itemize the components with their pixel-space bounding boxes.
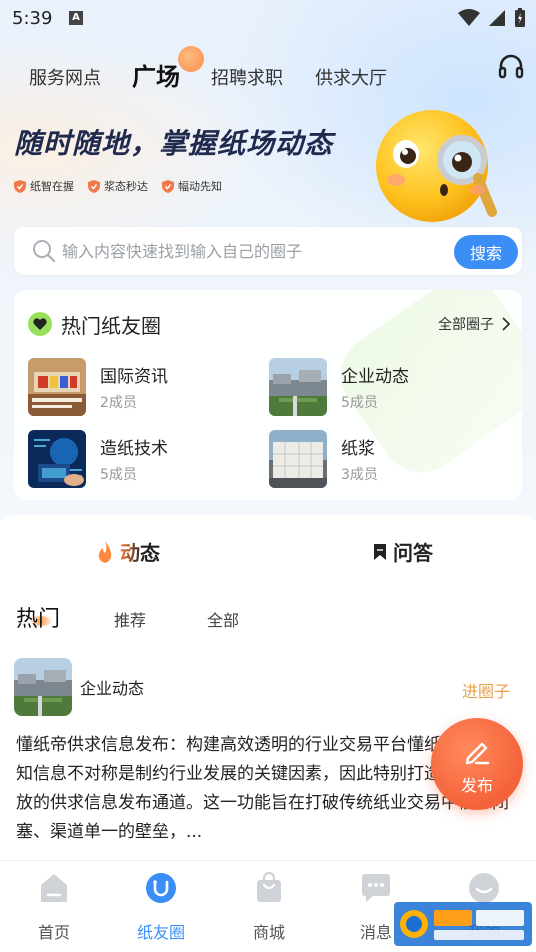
all-circles-label: 全部圈子 — [438, 317, 494, 333]
shield-icon — [88, 179, 100, 193]
circle-thumbnail — [28, 430, 86, 488]
hot-circles-title: 热门纸友圈 — [61, 314, 161, 338]
chevron-right-icon — [502, 317, 510, 331]
status-bar: 5:39 A — [0, 0, 536, 36]
tab-dynamics-label: 动态 — [120, 537, 160, 566]
shield-icon — [14, 179, 26, 193]
banner-tag-label: 幅动先知 — [178, 180, 222, 193]
profile-icon — [469, 873, 499, 903]
circles-icon — [146, 873, 176, 903]
circle-item-pulp[interactable]: 纸浆 3成员 — [269, 430, 499, 488]
sub-tab-hot[interactable]: 热门 — [16, 601, 60, 633]
tab-qa[interactable]: 问答 — [373, 537, 433, 566]
bookmark-icon — [374, 543, 386, 560]
search-bar: 搜索 — [14, 227, 522, 275]
circle-item-international-news[interactable]: 国际资讯 2成员 — [28, 358, 258, 416]
tab-square[interactable]: 广场 — [132, 57, 180, 92]
circle-member-count: 3成员 — [341, 467, 378, 483]
emoji-mascot-icon — [376, 110, 497, 222]
status-icons — [458, 8, 526, 28]
bottom-nav-label: 商城 — [252, 923, 285, 942]
heart-icon — [28, 312, 52, 336]
circle-item-enterprise-news[interactable]: 企业动态 5成员 — [269, 358, 499, 416]
message-icon — [362, 874, 390, 902]
signal-icon — [489, 10, 505, 26]
tab-recruitment[interactable]: 招聘求职 — [211, 64, 283, 90]
circle-name: 纸浆 — [341, 439, 375, 459]
sub-tab-all[interactable]: 全部 — [207, 607, 239, 631]
sub-tab-recommended[interactable]: 推荐 — [114, 607, 146, 631]
status-time: 5:39 — [12, 8, 53, 29]
banner-tag-label: 纸智在握 — [30, 180, 74, 193]
site-watermark-logo — [394, 902, 532, 946]
circle-thumbnail — [269, 430, 327, 488]
notification-badge: A — [69, 11, 83, 25]
bottom-nav-mall[interactable]: 商城 — [229, 871, 309, 943]
tab-qa-label: 问答 — [393, 541, 433, 565]
feed-panel: 动态 问答 热门 推荐 全部 企业动态 进圈子 懂纸帝供求信息发布：构建高效透明… — [0, 515, 536, 860]
bottom-nav-label: 纸友圈 — [136, 923, 185, 942]
customer-service-icon[interactable] — [498, 54, 524, 82]
circle-member-count: 2成员 — [100, 395, 137, 411]
hot-circles-card: 热门纸友圈 全部圈子 国际资讯 2成员 企业动态 5成员 造纸技术 5成员 纸浆… — [14, 290, 522, 500]
circle-member-count: 5成员 — [341, 395, 378, 411]
post-circle-avatar[interactable] — [14, 658, 72, 716]
tab-service-outlets[interactable]: 服务网点 — [29, 64, 101, 90]
circle-thumbnail — [269, 358, 327, 416]
home-icon — [41, 874, 67, 902]
tab-dynamics[interactable]: 动态 — [96, 537, 160, 566]
search-icon — [33, 240, 56, 263]
battery-icon — [515, 8, 525, 27]
circle-thumbnail — [28, 358, 86, 416]
top-nav: 服务网点 广场 招聘求职 供求大厅 — [0, 52, 536, 96]
tab-supply-demand[interactable]: 供求大厅 — [315, 64, 387, 90]
wifi-icon — [458, 9, 480, 26]
bottom-nav-label: 首页 — [37, 923, 70, 942]
circle-name: 造纸技术 — [100, 439, 168, 459]
circle-member-count: 5成员 — [100, 467, 137, 483]
publish-button[interactable]: 发布 — [431, 718, 523, 810]
circle-name: 国际资讯 — [100, 367, 168, 387]
edit-icon — [465, 742, 490, 765]
banner-tag-label: 浆态秒达 — [104, 180, 148, 193]
banner-tag: 纸智在握 — [14, 178, 74, 194]
bottom-nav-circles[interactable]: 纸友圈 — [121, 871, 201, 943]
banner-tag: 幅动先知 — [162, 178, 222, 194]
bottom-nav-home[interactable]: 首页 — [14, 871, 94, 943]
post-circle-name[interactable]: 企业动态 — [80, 675, 144, 699]
circle-name: 企业动态 — [341, 367, 409, 387]
shopping-bag-icon — [257, 871, 281, 902]
banner-tag: 浆态秒达 — [88, 178, 148, 194]
publish-label: 发布 — [460, 776, 493, 795]
banner-title: 随时随地，掌握纸场动态 — [14, 127, 334, 160]
all-circles-link[interactable]: 全部圈子 — [438, 314, 510, 334]
search-input[interactable] — [62, 233, 452, 269]
flame-icon — [98, 540, 112, 563]
active-tab-indicator — [178, 46, 204, 72]
join-circle-link[interactable]: 进圈子 — [462, 678, 510, 702]
circle-item-papermaking-tech[interactable]: 造纸技术 5成员 — [28, 430, 258, 488]
search-button[interactable]: 搜索 — [454, 235, 518, 269]
shield-icon — [162, 179, 174, 193]
banner-tags: 纸智在握 浆态秒达 幅动先知 — [14, 178, 222, 194]
